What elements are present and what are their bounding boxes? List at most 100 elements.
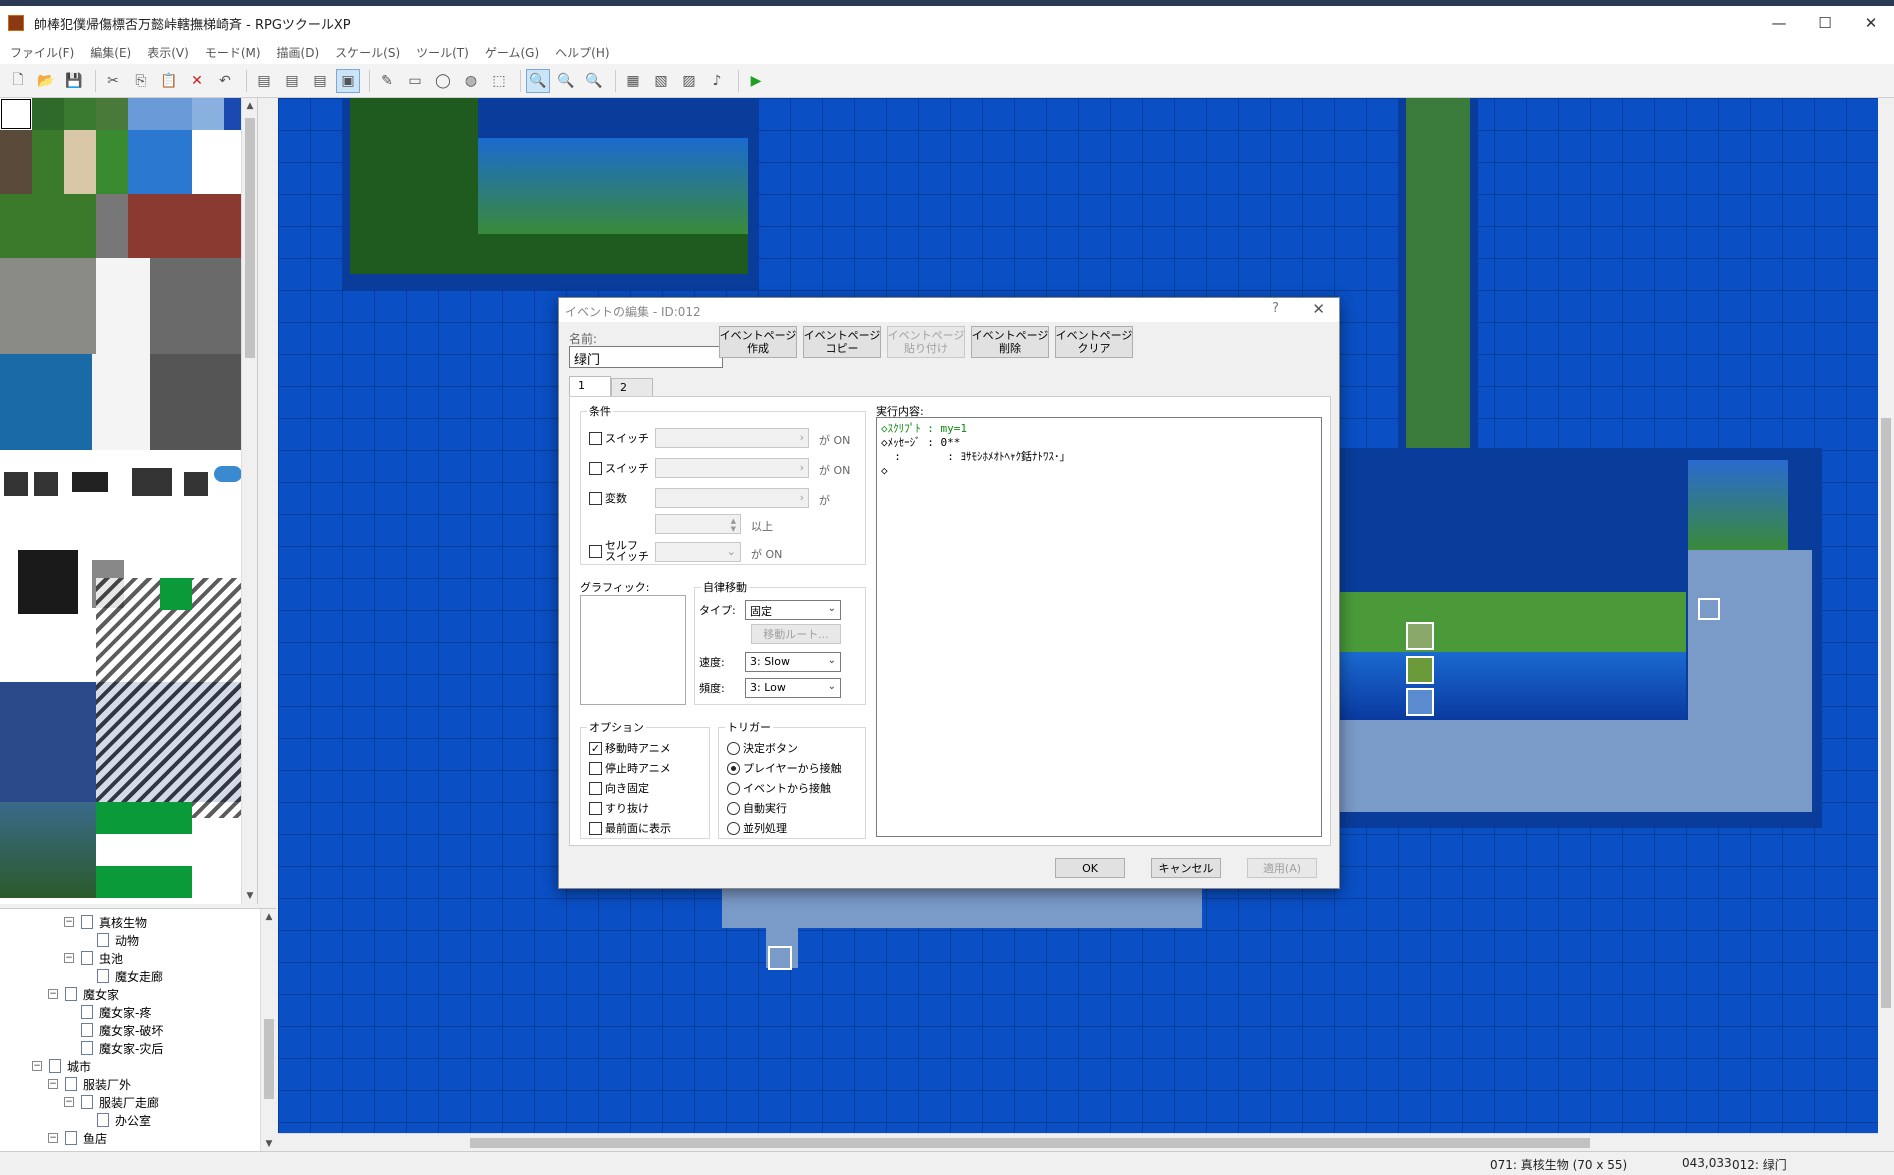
delete-icon[interactable]: ✕ — [185, 69, 209, 93]
tile-row-water[interactable] — [0, 354, 242, 450]
event-marker[interactable] — [1406, 622, 1434, 650]
open-project-icon[interactable]: 📂 — [34, 69, 58, 93]
copy-icon[interactable]: ⎘ — [129, 69, 153, 93]
collapse-toggle-icon[interactable]: − — [64, 917, 74, 927]
new-page-button[interactable]: イベントページ 作成 — [719, 326, 797, 358]
database-icon[interactable]: ▦ — [621, 69, 645, 93]
tile-window[interactable] — [34, 472, 58, 496]
tile-window[interactable] — [132, 468, 172, 496]
materialbase-icon[interactable]: ▧ — [649, 69, 673, 93]
command-line[interactable]: ◇ｽｸﾘﾌﾟﾄ : my=1 — [881, 422, 1317, 436]
paste-page-button[interactable]: イベントページ 貼り付け — [887, 326, 965, 358]
copy-page-button[interactable]: イベントページ コピー — [803, 326, 881, 358]
map-tree-item[interactable]: 魔女家-破坏 — [64, 1021, 163, 1039]
graphic-preview[interactable] — [580, 595, 686, 705]
select-icon[interactable]: ⬚ — [487, 69, 511, 93]
self-switch-checkbox[interactable]: セルフ スイッチ — [589, 540, 649, 562]
dialog-close-icon[interactable]: ✕ — [1312, 300, 1325, 318]
move-speed-select[interactable]: 3: Slow ⌄ — [745, 652, 841, 672]
map-tree-scrollbar[interactable]: ▲ ▼ — [260, 909, 276, 1152]
move-route-button[interactable]: 移動ルート... — [751, 624, 841, 644]
event-layer-icon[interactable]: ▣ — [336, 68, 360, 93]
tab-page-2[interactable]: 2 — [611, 378, 653, 396]
tile-row-2[interactable] — [0, 130, 242, 194]
menu-item-2[interactable]: 表示(V) — [141, 44, 195, 61]
event-marker[interactable] — [1406, 688, 1434, 716]
event-marker[interactable] — [768, 946, 792, 970]
event-name-input[interactable]: 绿门 — [569, 346, 723, 368]
option-checkbox[interactable]: 最前面に表示 — [589, 820, 671, 836]
menu-item-3[interactable]: モード(M) — [199, 44, 267, 61]
tileset-scrollbar[interactable]: ▲ ▼ — [241, 98, 257, 904]
command-line[interactable]: : : ﾖｻﾓｼﾎﾒｵﾄﾍｬｸ銛ﾅﾄﾜｽ･｣ — [881, 450, 1317, 464]
map-tree[interactable]: ▲ ▼ − 真核生物 动物 − 虫池 魔女走廊 − 魔女家 魔女家-疼 魔女家-破坏 魔女家-灾后 −… — [0, 908, 276, 1152]
variable-checkbox[interactable]: 変数 — [589, 490, 627, 506]
collapse-toggle-icon[interactable]: − — [48, 1079, 58, 1089]
move-type-select[interactable]: 固定 ⌄ — [745, 600, 841, 620]
collapse-toggle-icon[interactable]: − — [48, 989, 58, 999]
switch1-checkbox[interactable]: スイッチ — [589, 430, 649, 446]
new-project-icon[interactable]: 🗋 — [6, 69, 30, 93]
tile-window[interactable] — [184, 472, 208, 496]
tile-green-checker[interactable] — [96, 802, 192, 898]
collapse-toggle-icon[interactable]: − — [32, 1061, 42, 1071]
minimize-button[interactable]: — — [1756, 6, 1802, 40]
tile-row-brick[interactable] — [0, 194, 242, 258]
scroll-up-icon[interactable]: ▲ — [261, 909, 276, 925]
menu-item-7[interactable]: ゲーム(G) — [479, 44, 545, 61]
tile-row-stone[interactable] — [0, 258, 242, 354]
zoom-4-icon[interactable]: 🔍 — [582, 69, 606, 93]
variable-select[interactable]: › — [655, 488, 809, 508]
menu-item-8[interactable]: ヘルプ(H) — [549, 44, 615, 61]
trigger-radio[interactable]: プレイヤーから接触 — [727, 760, 842, 776]
cancel-button[interactable]: キャンセル — [1151, 858, 1221, 878]
collapse-toggle-icon[interactable]: − — [64, 953, 74, 963]
script-editor-icon[interactable]: ▨ — [677, 69, 701, 93]
map-tree-item[interactable]: − 服装厂外 — [48, 1075, 131, 1093]
trigger-radio[interactable]: 決定ボタン — [727, 740, 798, 756]
menu-item-6[interactable]: ツール(T) — [410, 44, 475, 61]
paste-icon[interactable]: 📋 — [157, 69, 181, 93]
scroll-thumb[interactable] — [264, 1019, 274, 1099]
collapse-toggle-icon[interactable]: − — [64, 1097, 74, 1107]
menu-item-5[interactable]: スケール(S) — [329, 44, 406, 61]
save-icon[interactable]: 💾 — [62, 69, 86, 93]
tile-fish[interactable] — [214, 466, 242, 482]
fill-icon[interactable]: ◍ — [459, 69, 483, 93]
map-vertical-scrollbar[interactable] — [1878, 98, 1894, 1133]
scroll-up-icon[interactable]: ▲ — [242, 98, 257, 114]
apply-button[interactable]: 適用(A) — [1247, 858, 1317, 878]
map-tree-item[interactable]: − 真核生物 — [64, 913, 147, 931]
map-tree-item[interactable]: − 服装厂走廊 — [64, 1093, 159, 1111]
move-frequency-select[interactable]: 3: Low ⌄ — [745, 678, 841, 698]
scroll-thumb[interactable] — [245, 118, 255, 358]
command-line[interactable]: ◇ﾒｯｾｰｼﾞ : 0** — [881, 436, 1317, 450]
switch2-checkbox[interactable]: スイッチ — [589, 460, 649, 476]
tile-row-windows[interactable] — [0, 450, 242, 546]
help-icon[interactable]: ? — [1272, 301, 1279, 316]
tile-green[interactable] — [160, 578, 192, 610]
tile-staircase[interactable] — [96, 578, 242, 818]
zoom-1-icon[interactable]: 🔍 — [526, 68, 550, 93]
self-switch-select[interactable]: ⌄ — [655, 542, 741, 562]
tile-door[interactable] — [18, 550, 78, 614]
trigger-radio[interactable]: 並列処理 — [727, 820, 787, 836]
maximize-button[interactable]: ☐ — [1802, 6, 1848, 40]
option-checkbox[interactable]: すり抜け — [589, 800, 649, 816]
pencil-icon[interactable]: ✎ — [375, 69, 399, 93]
command-line[interactable]: ◇ — [881, 464, 1317, 478]
tile-row-autotiles[interactable] — [0, 98, 242, 130]
event-marker[interactable] — [1698, 598, 1720, 620]
event-commands-list[interactable]: ◇ｽｸﾘﾌﾟﾄ : my=1 ◇ﾒｯｾｰｼﾞ : 0** : : ﾖｻﾓｼﾎﾒｵﾄ… — [876, 417, 1322, 837]
scroll-down-icon[interactable]: ▼ — [242, 888, 257, 904]
tile-window[interactable] — [72, 472, 108, 492]
map-tree-item[interactable]: 魔女家-疼 — [64, 1003, 151, 1021]
delete-page-button[interactable]: イベントページ 削除 — [971, 326, 1049, 358]
layer2-icon[interactable]: ▤ — [280, 69, 304, 93]
undo-icon[interactable]: ↶ — [213, 69, 237, 93]
option-checkbox[interactable]: ✓ 移動時アニメ — [589, 740, 671, 756]
tile-grass-gradient[interactable] — [0, 802, 96, 898]
tile-window[interactable] — [4, 472, 28, 496]
trigger-radio[interactable]: 自動実行 — [727, 800, 787, 816]
tileset-palette[interactable]: ▲ ▼ — [0, 98, 258, 904]
